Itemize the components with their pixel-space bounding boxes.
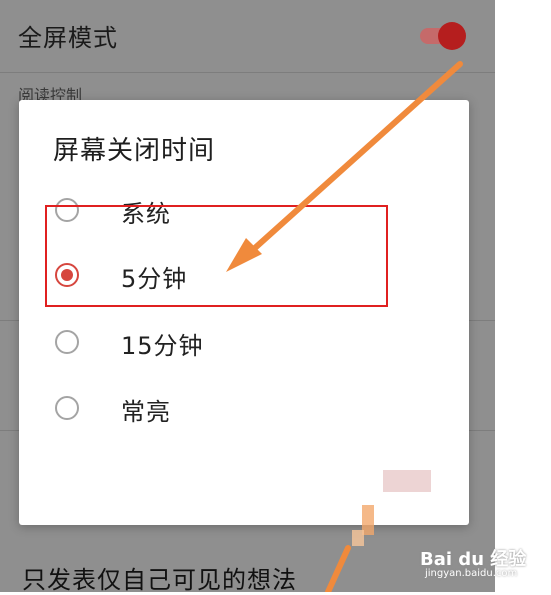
screen-timeout-dialog: 屏幕关闭时间 系统 5分钟 15分钟 常亮 (19, 100, 469, 525)
fullscreen-toggle-thumb[interactable] (438, 22, 466, 50)
radio-unchecked-icon[interactable] (55, 396, 79, 420)
option-label: 常亮 (121, 398, 171, 426)
right-gutter (495, 0, 551, 592)
option-label: 15分钟 (121, 332, 204, 360)
radio-unchecked-icon[interactable] (55, 330, 79, 354)
option-always-on[interactable]: 常亮 (53, 388, 433, 432)
annotation-highlight-box (45, 205, 388, 307)
mosaic-blur (352, 530, 364, 546)
option-15-minutes[interactable]: 15分钟 (53, 322, 433, 366)
private-thoughts-setting-label[interactable]: 只发表仅自己可见的想法 (22, 560, 297, 595)
divider (0, 72, 495, 73)
fullscreen-label: 全屏模式 (18, 24, 118, 52)
fullscreen-setting-row[interactable]: 全屏模式 (0, 0, 495, 72)
mosaic-blur (383, 470, 431, 492)
dialog-title: 屏幕关闭时间 (53, 136, 216, 166)
baidu-jingyan-url: jingyan.baidu.com (425, 568, 518, 579)
